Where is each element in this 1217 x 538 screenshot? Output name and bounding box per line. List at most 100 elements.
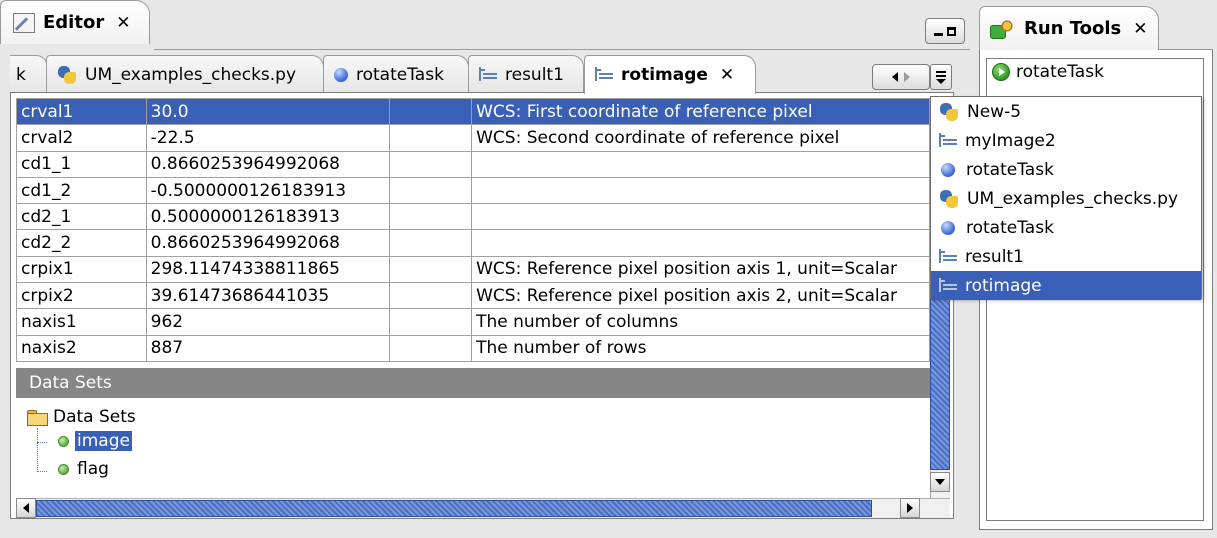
menu-item-rotatetask[interactable]: rotateTask [931,213,1201,242]
close-icon[interactable]: ✕ [116,13,130,33]
meta-name: crval2 [16,124,147,152]
arrow-down-icon [935,479,945,485]
minimize-maximize-buttons [925,18,965,44]
dataset-dot-icon [58,463,69,475]
meta-name: naxis1 [16,308,147,336]
menu-item-label: rotateTask [966,217,1054,238]
doc-tab-label: rotateTask [356,64,444,85]
menu-item-new-5[interactable]: New-5 [931,97,1201,126]
datasets-section-header[interactable]: Data Sets [16,368,930,398]
datasets-tree-root[interactable]: Data Sets [27,407,136,427]
tree-item-label: image [75,431,132,451]
meta-description: WCS: Second coordinate of reference pixe… [471,124,930,152]
menu-item-label: UM_examples_checks.py [967,188,1179,209]
meta-unit [389,176,473,205]
meta-name: crpix2 [16,282,147,310]
scroll-left-icon[interactable] [892,72,898,82]
close-icon[interactable]: ✕ [720,65,734,85]
scroll-down-button[interactable] [930,472,950,492]
meta-name: crval1 [16,97,147,126]
doc-tab-result1[interactable]: result1 [468,55,584,93]
menu-item-result1[interactable]: result1 [931,242,1201,271]
meta-unit [389,124,473,152]
run-tools-item-label: rotateTask [1016,62,1104,82]
meta-name: naxis2 [16,334,147,362]
table-row[interactable]: cd1_2 -0.5000000126183913 [16,176,930,205]
meta-name: crpix1 [16,255,147,284]
run-tools-item[interactable]: rotateTask [992,62,1104,82]
open-documents-menu: New-5 myImage2 rotateTask UM_examples_ch… [930,96,1202,300]
menu-item-label: rotimage [965,275,1042,296]
meta-value: 887 [145,334,391,362]
python-icon [57,65,77,85]
menu-item-myimage2[interactable]: myImage2 [931,126,1201,155]
meta-unit [389,308,473,336]
run-play-icon [992,63,1010,81]
scroll-left-button[interactable] [16,498,36,518]
horizontal-scroll-thumb[interactable] [36,500,872,517]
doc-tab-um-examples[interactable]: UM_examples_checks.py [46,55,324,93]
meta-value: 962 [145,308,391,336]
meta-unit [389,203,473,231]
tree-item-label: flag [77,459,109,479]
dataset-icon [939,277,957,294]
table-row[interactable]: crval1 30.0 WCS: First coordinate of ref… [16,97,930,126]
meta-value: 0.8660253964992068 [145,229,391,257]
doc-tab-label: result1 [505,64,564,85]
editor-view-title: Editor [43,12,105,33]
minimize-icon[interactable] [934,32,943,36]
tab-list-menu-button[interactable] [930,64,952,90]
table-row[interactable]: crpix1 298.11474338811865 WCS: Reference… [16,255,930,284]
view-tab-divider [154,49,970,50]
doc-tab-rotatetask[interactable]: rotateTask [323,55,469,93]
dataset-icon [939,248,957,265]
table-row[interactable]: cd2_1 0.5000000126183913 [16,203,930,231]
doc-tab-partial[interactable]: k [10,55,48,93]
arrow-right-icon [907,503,913,513]
meta-name: cd1_1 [16,150,147,178]
python-icon [939,189,959,209]
metadata-table: crval1 30.0 WCS: First coordinate of ref… [16,97,930,362]
meta-description: WCS: Reference pixel position axis 2, un… [471,282,930,310]
maximize-icon[interactable] [947,26,956,36]
editor-view-tab[interactable]: Editor ✕ [0,0,150,44]
table-row[interactable]: crval2 -22.5 WCS: Second coordinate of r… [16,124,930,152]
meta-value: -0.5000000126183913 [145,176,391,205]
meta-value: 30.0 [145,97,391,126]
task-icon [334,67,348,82]
meta-value: 0.5000000126183913 [145,203,391,231]
scroll-right-button[interactable] [900,498,920,518]
table-row[interactable]: naxis1 962 The number of columns [16,308,930,336]
meta-unit [389,334,473,362]
meta-description: The number of rows [471,334,930,362]
tree-item-image[interactable]: image [58,431,132,451]
doc-tab-label: k [16,64,26,85]
table-row[interactable]: crpix2 39.61473686441035 WCS: Reference … [16,282,930,310]
table-row[interactable]: naxis2 887 The number of rows [16,334,930,362]
run-tools-view-tab[interactable]: Run Tools ✕ [979,6,1159,50]
scroll-right-icon[interactable] [904,72,910,82]
close-icon[interactable]: ✕ [1133,19,1147,39]
meta-description [471,176,930,205]
doc-tab-label: UM_examples_checks.py [85,64,297,85]
table-row[interactable]: cd1_1 0.8660253964992068 [16,150,930,178]
meta-description: WCS: Reference pixel position axis 1, un… [471,255,930,284]
arrow-left-icon [23,503,29,513]
menu-item-um-examples[interactable]: UM_examples_checks.py [931,184,1201,213]
python-icon [939,102,959,122]
tab-scroll-buttons [872,64,930,90]
meta-unit [389,97,473,126]
task-icon [941,220,955,235]
menu-item-label: myImage2 [965,130,1056,151]
doc-tab-rotimage[interactable]: rotimage ✕ [584,55,756,94]
menu-item-label: rotateTask [966,159,1054,180]
table-row[interactable]: cd2_2 0.8660253964992068 [16,229,930,257]
menu-item-rotatetask[interactable]: rotateTask [931,155,1201,184]
tree-item-flag[interactable]: flag [58,459,111,479]
menu-item-rotimage[interactable]: rotimage [931,271,1201,300]
tree-connector [37,442,47,443]
meta-value: 298.11474338811865 [145,255,391,284]
meta-description: The number of columns [471,308,930,336]
dataset-dot-icon [58,435,69,447]
meta-unit [389,229,473,257]
